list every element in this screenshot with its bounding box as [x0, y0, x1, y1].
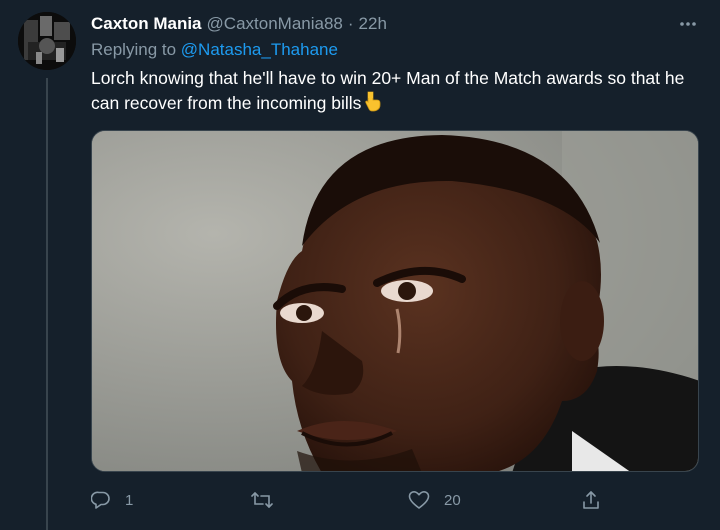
retweet-button[interactable]	[251, 485, 287, 515]
replying-prefix: Replying to	[91, 40, 177, 59]
tweet-media-image[interactable]	[91, 130, 699, 472]
like-button[interactable]: 20	[408, 485, 461, 515]
timestamp[interactable]: 22h	[359, 14, 387, 34]
user-handle[interactable]: @CaxtonMania88	[207, 14, 343, 34]
thread-line	[46, 78, 48, 530]
tweet-actions: 1 20	[91, 485, 611, 515]
more-horizontal-icon	[680, 22, 696, 26]
pointing-down-emoji	[362, 90, 382, 118]
separator-dot: ·	[347, 14, 354, 33]
replying-to: Replying to @Natasha_Thahane	[91, 40, 338, 60]
share-button[interactable]	[581, 485, 615, 515]
display-name[interactable]: Caxton Mania	[91, 14, 202, 34]
like-count: 20	[444, 491, 461, 509]
share-icon	[583, 491, 599, 509]
reply-button[interactable]: 1	[91, 485, 133, 515]
more-button[interactable]	[676, 12, 700, 36]
replying-to-link[interactable]: @Natasha_Thahane	[181, 40, 338, 59]
reply-icon	[91, 491, 110, 509]
tweet-text: Lorch knowing that he'll have to win 20+…	[91, 68, 685, 113]
tweet-text-container: Lorch knowing that he'll have to win 20+…	[91, 66, 706, 118]
heart-icon	[408, 491, 430, 509]
tweet-header: Caxton Mania @CaxtonMania88 · 22h	[91, 14, 680, 36]
reply-count: 1	[125, 491, 134, 509]
retweet-icon	[251, 492, 273, 508]
avatar[interactable]	[18, 12, 76, 70]
